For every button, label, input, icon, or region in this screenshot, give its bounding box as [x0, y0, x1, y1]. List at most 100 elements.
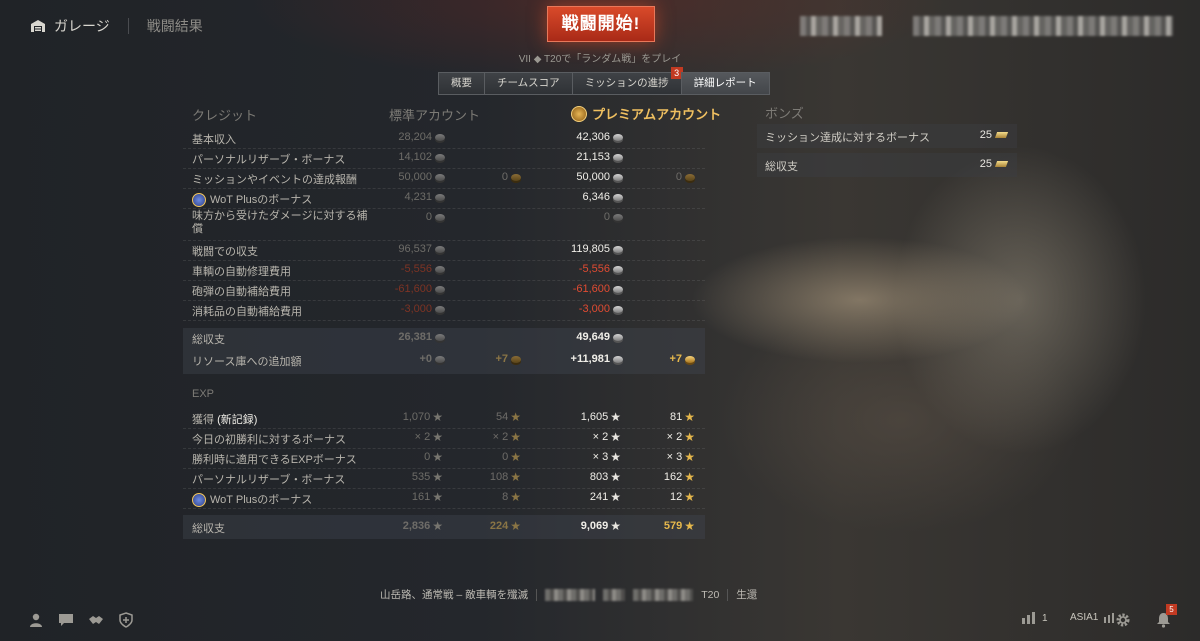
blurred-name — [545, 588, 596, 601]
new-record-label: (新記録) — [217, 414, 258, 426]
row-label: WoT Plusのボーナス — [192, 191, 313, 208]
credit-icon — [435, 265, 445, 273]
bond-total-row: 総収支 25 — [757, 153, 1017, 177]
std-value-text: 0 — [425, 211, 432, 223]
prem-value-text: 21,153 — [576, 151, 610, 163]
garage-link[interactable]: ガレージ — [54, 16, 110, 36]
user-icon[interactable] — [28, 612, 44, 628]
prem-exp: × 3 ★ — [593, 451, 621, 463]
std-value-text: 50,000 — [398, 171, 432, 183]
free-exp-star-icon: ★ — [684, 450, 695, 465]
notifications-button[interactable]: 5 — [1156, 604, 1177, 628]
std-free-exp: 54 ★ — [496, 411, 521, 423]
std-value: 28,204 — [398, 131, 445, 143]
handshake-icon[interactable] — [88, 612, 104, 628]
prem-value: 119,805 — [571, 243, 623, 255]
premium-account-label: プレミアムアカウント — [592, 107, 722, 122]
tab-team-score[interactable]: チームスコア — [484, 72, 573, 95]
credit-icon — [435, 305, 445, 313]
prem-value-text: 0 — [603, 211, 610, 223]
prem-value: 21,153 — [576, 151, 623, 163]
credit-row: 戦闘での収支 96,537 119,805 — [183, 240, 705, 261]
blurred-account-info — [913, 16, 1173, 36]
premium-icon — [571, 105, 587, 122]
std-value-text: 96,537 — [398, 243, 432, 255]
exp-row: 勝利時に適用できるEXPボーナス 0 ★ 0 ★ × 3 ★ × 3 ★ — [183, 448, 705, 469]
row-label: 味方から受けたダメージに対する補償 — [192, 210, 368, 235]
prem-value-text: 50,000 — [576, 171, 610, 183]
std-free-exp-text: 0 — [502, 451, 509, 463]
credit-icon — [435, 133, 445, 141]
std-exp-text: 1,070 — [402, 411, 431, 423]
free-exp-star-icon: ★ — [510, 410, 521, 425]
std-value: 96,537 — [398, 243, 445, 255]
credit-row: 車輌の自動修理費用 -5,556 -5,556 — [183, 260, 705, 281]
prem-value: -61,600 — [573, 283, 623, 295]
std-exp-total: 2,836 ★ — [403, 520, 443, 532]
std-stash-text: +0 — [419, 353, 432, 365]
prem-exp: 803 ★ — [590, 471, 621, 483]
prem-value-text: 42,306 — [576, 131, 610, 143]
credit-total-row: 総収支 26,381 49,649 — [183, 328, 705, 350]
tab-detailed-report[interactable]: 詳細レポート — [680, 72, 770, 95]
row-label: パーソナルリザーブ・ボーナス — [192, 474, 346, 486]
wot-plus-label: WoT Plusのボーナス — [210, 494, 313, 506]
shield-plus-icon[interactable] — [118, 612, 134, 628]
std-value-text: 4,231 — [404, 191, 432, 203]
garage-icon[interactable] — [30, 20, 46, 32]
stats-indicator[interactable]: 1 — [1022, 612, 1048, 624]
prem-free-exp: 12 ★ — [670, 491, 695, 503]
settings-button[interactable] — [1115, 612, 1131, 628]
bottom-left-toolbar — [28, 612, 134, 628]
divider — [727, 588, 729, 601]
battle-start-button[interactable]: 戦闘開始! — [547, 6, 655, 42]
chat-icon[interactable] — [58, 612, 74, 628]
std-free-exp-total-text: 224 — [489, 520, 509, 532]
bond-icon — [994, 161, 1009, 168]
prem-free-exp-text: 12 — [669, 491, 683, 503]
row-label: 今日の初勝利に対するボーナス — [192, 434, 346, 446]
divider — [127, 18, 129, 34]
wot-plus-icon — [192, 193, 206, 208]
gear-icon — [1116, 613, 1130, 627]
notification-count-badge: 5 — [1166, 604, 1177, 615]
ping-bars-icon — [1104, 612, 1115, 623]
wot-plus-label: WoT Plusのボーナス — [210, 194, 313, 206]
std-exp: × 2 ★ — [415, 431, 443, 443]
exp-star-icon: ★ — [610, 430, 621, 445]
bond-icon — [994, 132, 1009, 139]
prem-stash-gold: +7 — [669, 353, 695, 365]
std-value: 50,000 — [398, 171, 445, 183]
prem-stash-gold-text: +7 — [669, 353, 682, 365]
row-label: 戦闘での収支 — [192, 246, 258, 258]
exp-total-row: 総収支 2,836 ★ 224 ★ 9,069 ★ 579 ★ — [183, 515, 705, 539]
std-free-exp: 108 ★ — [490, 471, 521, 483]
credit-icon — [435, 193, 445, 201]
server-selector[interactable]: ASIA1 — [1070, 612, 1115, 623]
std-value: 4,231 — [404, 191, 445, 203]
row-label: 総収支 — [192, 523, 225, 535]
tab-overview[interactable]: 概要 — [438, 72, 485, 95]
free-exp-star-icon: ★ — [510, 450, 521, 465]
exp-star-icon: ★ — [432, 470, 443, 485]
credit-icon — [435, 285, 445, 293]
std-exp-text: 535 — [411, 471, 431, 483]
exp-star-icon: ★ — [610, 470, 621, 485]
battle-summary: 山岳路、通常戦 – 敵車輌を殲滅 T20 生還 — [380, 587, 757, 602]
tab-bar: 概要 チームスコア ミッションの進捗 3 詳細レポート — [438, 67, 770, 95]
exp-star-icon: ★ — [610, 490, 621, 505]
free-exp-star-icon: ★ — [684, 490, 695, 505]
credit-icon — [613, 213, 623, 221]
std-total: 26,381 — [398, 331, 445, 343]
blurred-player-name — [800, 16, 882, 36]
credit-icon — [613, 193, 623, 201]
std-exp: 161 ★ — [412, 491, 443, 503]
credit-icon — [613, 355, 623, 363]
tab-mission-progress[interactable]: ミッションの進捗 3 — [571, 67, 683, 95]
credit-icon — [435, 245, 445, 253]
credits-header: クレジット — [192, 108, 258, 123]
free-exp-star-icon: ★ — [510, 519, 521, 534]
server-name: ASIA1 — [1070, 612, 1099, 623]
prem-exp-text: 1,605 — [580, 411, 609, 423]
free-exp-star-icon: ★ — [510, 490, 521, 505]
